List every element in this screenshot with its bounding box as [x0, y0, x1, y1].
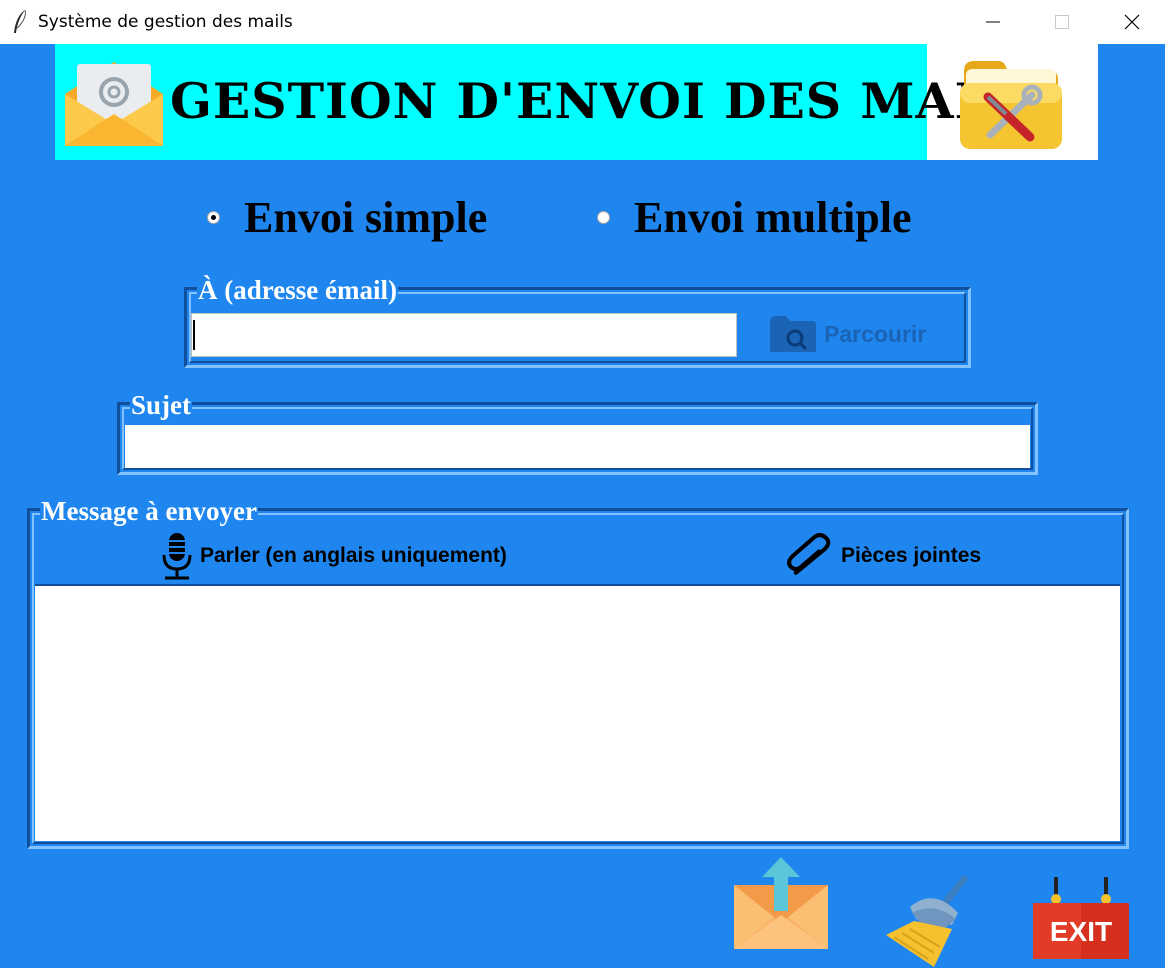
radio-envoi-simple[interactable]: Envoi simple	[207, 190, 487, 245]
send-envelope-icon[interactable]	[732, 855, 830, 952]
broom-icon[interactable]	[884, 873, 974, 967]
banner-title: GESTION D'ENVOI DES MAILS	[170, 72, 1051, 130]
radio-label-multiple: Envoi multiple	[634, 193, 912, 242]
exit-text: EXIT	[1050, 916, 1112, 947]
feather-icon	[14, 9, 26, 33]
subject-legend: Sujet	[130, 390, 192, 420]
subject-input[interactable]	[125, 425, 1030, 468]
radio-indicator[interactable]	[597, 211, 610, 224]
to-address-legend: À (adresse émail)	[197, 275, 398, 305]
speak-button[interactable]: Parler (en anglais uniquement)	[160, 531, 507, 581]
radio-indicator-selected[interactable]	[207, 211, 220, 224]
minimize-button[interactable]	[958, 0, 1028, 44]
folder-search-icon	[770, 316, 816, 352]
folder-tools-icon	[960, 61, 1062, 149]
window-titlebar: Système de gestion des mails	[0, 0, 1165, 44]
text-cursor	[193, 320, 195, 350]
message-textarea[interactable]	[35, 584, 1120, 841]
to-address-input[interactable]	[191, 313, 737, 357]
close-button[interactable]	[1097, 0, 1165, 44]
speak-label: Parler (en anglais uniquement)	[200, 544, 507, 567]
minimize-icon	[986, 21, 1000, 23]
browse-button[interactable]: Parcourir	[768, 312, 926, 356]
radio-label-simple: Envoi simple	[244, 193, 488, 242]
maximize-button[interactable]	[1027, 0, 1097, 44]
maximize-icon	[1055, 15, 1069, 29]
attachments-label: Pièces jointes	[841, 544, 982, 567]
radio-envoi-multiple[interactable]: Envoi multiple	[597, 190, 912, 245]
browse-label: Parcourir	[824, 320, 927, 347]
paperclip-icon	[787, 533, 831, 575]
email-envelope-icon	[65, 62, 163, 146]
message-legend: Message à envoyer	[40, 496, 258, 526]
microphone-icon	[162, 533, 192, 580]
exit-sign-icon[interactable]: EXIT	[1031, 877, 1131, 959]
close-icon	[1124, 14, 1140, 30]
attachments-button[interactable]: Pièces jointes	[785, 531, 981, 581]
window-title: Système de gestion des mails	[38, 12, 293, 32]
